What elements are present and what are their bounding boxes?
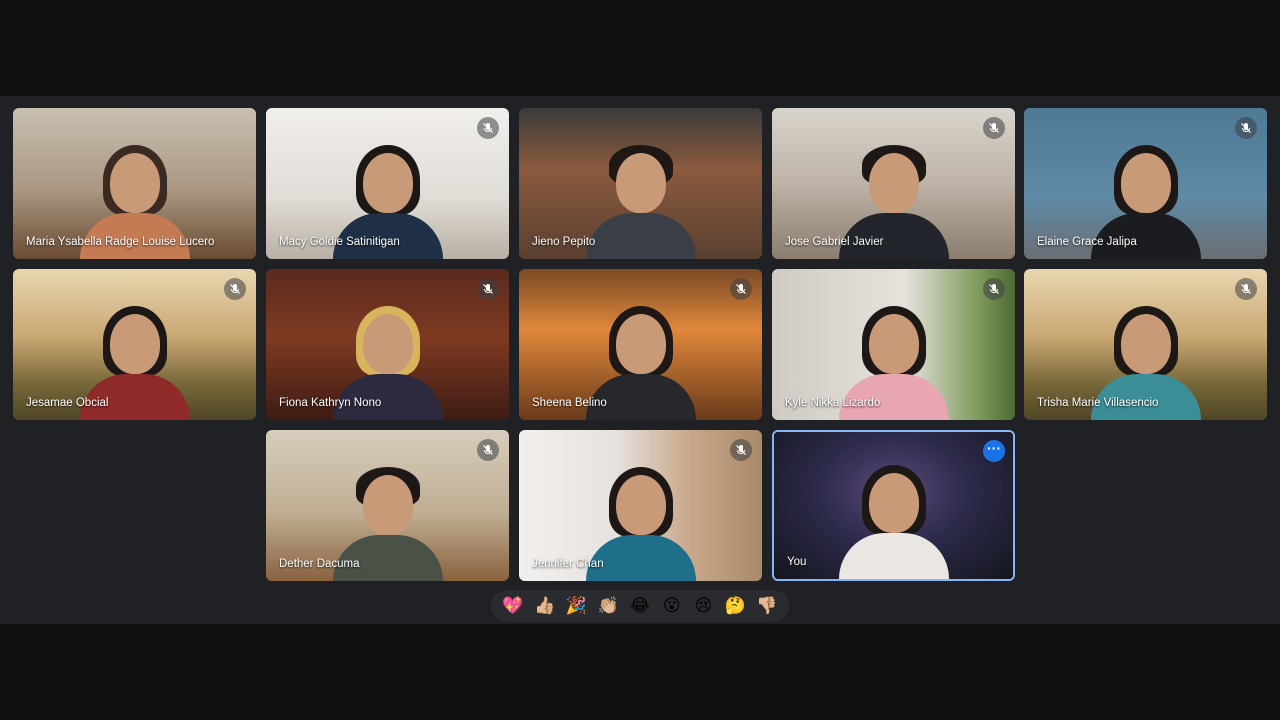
- mic-off-icon: [1235, 117, 1257, 139]
- participant-tile[interactable]: Maria Ysabella Radge Louise Lucero: [13, 108, 256, 259]
- mic-off-icon: [224, 278, 246, 300]
- more-options-icon[interactable]: ···: [983, 440, 1005, 462]
- mic-off-icon: [983, 117, 1005, 139]
- mic-off-icon: [730, 439, 752, 461]
- participant-name: Elaine Grace Jalipa: [1037, 236, 1137, 248]
- participant-name: Jose Gabriel Javier: [785, 236, 884, 248]
- participant-name: Dether Dacuma: [279, 558, 360, 570]
- participant-tile[interactable]: Kyle Nikka Lizardo: [772, 269, 1015, 420]
- participant-tile[interactable]: Sheena Belino: [519, 269, 762, 420]
- participant-name: Jesamae Obcial: [26, 397, 109, 409]
- participant-tile[interactable]: Jesamae Obcial: [13, 269, 256, 420]
- sad-face-icon[interactable]: 😢: [689, 592, 717, 620]
- tears-of-joy-icon[interactable]: 😂: [626, 592, 654, 620]
- participant-name: Jieno Pepito: [532, 236, 596, 248]
- participant-tile[interactable]: Dether Dacuma: [266, 430, 509, 581]
- mic-off-icon: [983, 278, 1005, 300]
- party-popper-icon[interactable]: 🎉: [562, 592, 590, 620]
- participant-name: Trisha Marie Villasencio: [1037, 397, 1159, 409]
- participant-tile[interactable]: Macy Goldie Satinitigan: [266, 108, 509, 259]
- participant-tile[interactable]: Fiona Kathryn Nono: [266, 269, 509, 420]
- clapping-hands-icon[interactable]: 👏🏼: [594, 592, 622, 620]
- participant-name: Kyle Nikka Lizardo: [785, 397, 881, 409]
- participant-video: [838, 461, 949, 579]
- participant-video: [585, 141, 696, 259]
- reactions-bar: 💖 👍🏼 🎉 👏🏼 😂 😮 😢 🤔 👎🏼: [491, 590, 789, 622]
- thinking-face-icon[interactable]: 🤔: [721, 592, 749, 620]
- participant-name: You: [787, 556, 807, 568]
- mic-off-icon: [730, 278, 752, 300]
- participant-name: Sheena Belino: [532, 397, 607, 409]
- participant-name: Fiona Kathryn Nono: [279, 397, 382, 409]
- participant-name: Jennifer Chan: [532, 558, 604, 570]
- participant-tile[interactable]: Elaine Grace Jalipa: [1024, 108, 1267, 259]
- surprised-face-icon[interactable]: 😮: [658, 592, 686, 620]
- mic-off-icon: [477, 117, 499, 139]
- participant-tile[interactable]: Jennifer Chan: [519, 430, 762, 581]
- meeting-stage: Maria Ysabella Radge Louise Lucero Macy …: [0, 96, 1280, 624]
- thumbs-up-icon[interactable]: 👍🏼: [531, 592, 559, 620]
- self-view-tile[interactable]: You ···: [772, 430, 1015, 581]
- sparkling-heart-icon[interactable]: 💖: [499, 592, 527, 620]
- thumbs-down-icon[interactable]: 👎🏼: [753, 592, 781, 620]
- participant-name: Macy Goldie Satinitigan: [279, 236, 400, 248]
- participant-tile[interactable]: Trisha Marie Villasencio: [1024, 269, 1267, 420]
- participant-tile[interactable]: Jieno Pepito: [519, 108, 762, 259]
- mic-off-icon: [1235, 278, 1257, 300]
- mic-off-icon: [477, 278, 499, 300]
- participant-name: Maria Ysabella Radge Louise Lucero: [26, 236, 215, 248]
- mic-off-icon: [477, 439, 499, 461]
- participant-tile[interactable]: Jose Gabriel Javier: [772, 108, 1015, 259]
